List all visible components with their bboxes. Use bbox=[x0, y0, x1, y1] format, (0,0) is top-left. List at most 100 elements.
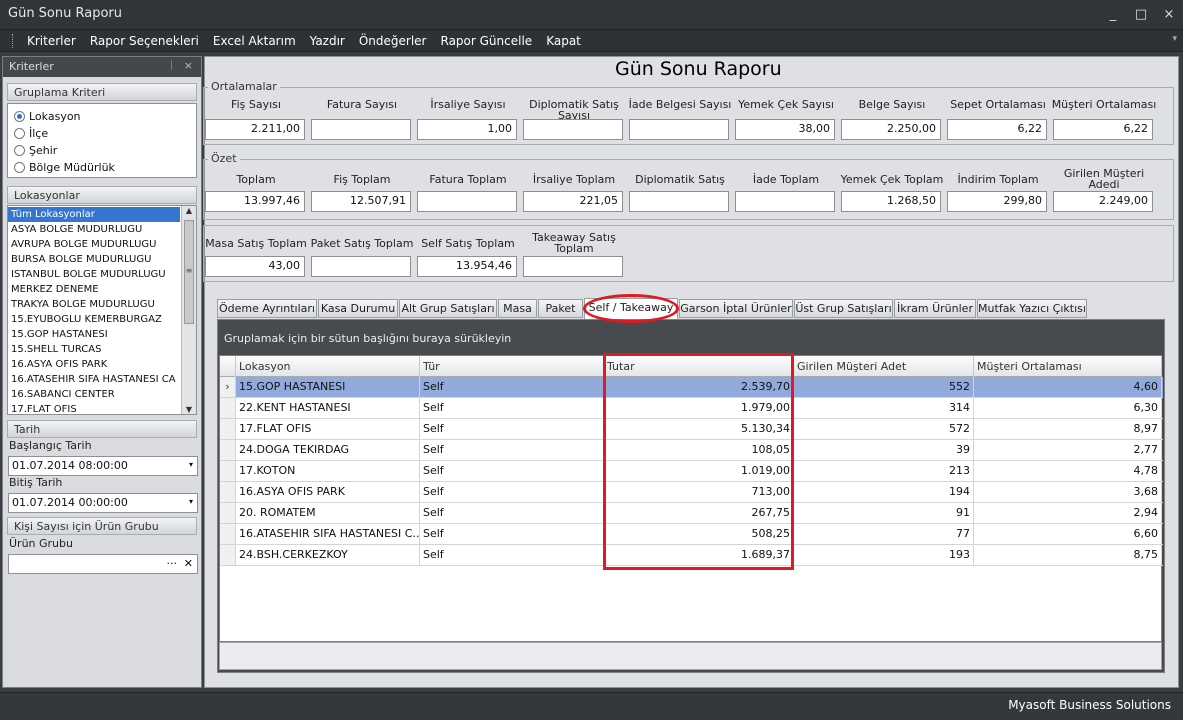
column-header-0[interactable]: Lokasyon bbox=[236, 356, 420, 377]
chevron-down-icon[interactable]: ▾ bbox=[189, 497, 193, 506]
cell-t-r[interactable]: Self bbox=[420, 482, 604, 502]
scroll-thumb[interactable]: ≡ bbox=[184, 220, 194, 324]
cell-t-r[interactable]: Self bbox=[420, 545, 604, 565]
radio-bolge-mudurluk[interactable]: Bölge Müdürlük bbox=[8, 159, 196, 176]
tab-3[interactable]: Masa bbox=[498, 299, 537, 318]
scroll-down-icon[interactable]: ▼ bbox=[182, 405, 196, 414]
tab-2[interactable]: Alt Grup Satışları bbox=[399, 299, 497, 318]
location-item[interactable]: 16.ASYA OFIS PARK bbox=[8, 357, 180, 372]
cell-m-teri-ortalamas-[interactable]: 4,60 bbox=[974, 377, 1162, 397]
cell-t-r[interactable]: Self bbox=[420, 503, 604, 523]
menu-excel-aktarim[interactable]: Excel Aktarım bbox=[206, 34, 303, 48]
menu-rapor-secenekleri[interactable]: Rapor Seçenekleri bbox=[83, 34, 206, 48]
cell-t-r[interactable]: Self bbox=[420, 461, 604, 481]
cell-m-teri-ortalamas-[interactable]: 8,75 bbox=[974, 545, 1162, 565]
location-item[interactable]: TRAKYA BOLGE MUDURLUGU bbox=[8, 297, 180, 312]
location-item[interactable]: MERKEZ DENEME bbox=[8, 282, 180, 297]
location-item[interactable]: 16.SABANCI CENTER bbox=[8, 387, 180, 402]
location-item[interactable]: ISTANBUL BOLGE MUDURLUGU bbox=[8, 267, 180, 282]
cell-girilen-m-teri-adet[interactable]: 91 bbox=[794, 503, 974, 523]
radio-ilce[interactable]: İlçe bbox=[8, 125, 196, 142]
cell-m-teri-ortalamas-[interactable]: 6,60 bbox=[974, 524, 1162, 544]
cell-t-r[interactable]: Self bbox=[420, 524, 604, 544]
cell-lokasyon[interactable]: 15.GOP HASTANESI bbox=[236, 377, 420, 397]
location-item[interactable]: 15.SHELL TURCAS bbox=[8, 342, 180, 357]
tab-1[interactable]: Kasa Durumu bbox=[318, 299, 398, 318]
tab-0[interactable]: Ödeme Ayrıntıları bbox=[217, 299, 317, 318]
menu-yazdir[interactable]: Yazdır bbox=[303, 34, 352, 48]
column-header-3[interactable]: Girilen Müşteri Adet bbox=[794, 356, 974, 377]
group-panel-hint[interactable]: Gruplamak için bir sütun başlığını buray… bbox=[218, 320, 1164, 357]
radio-lokasyon[interactable]: Lokasyon bbox=[8, 108, 196, 125]
cell-m-teri-ortalamas-[interactable]: 6,30 bbox=[974, 398, 1162, 418]
cell-lokasyon[interactable]: 24.DOGA TEKIRDAG bbox=[236, 440, 420, 460]
chevron-down-icon[interactable]: ▾ bbox=[189, 460, 193, 469]
minimize-button[interactable]: _ bbox=[1099, 0, 1127, 30]
location-item[interactable]: AVRUPA BOLGE MUDURLUGU bbox=[8, 237, 180, 252]
cell-m-teri-ortalamas-[interactable]: 8,97 bbox=[974, 419, 1162, 439]
scroll-up-icon[interactable]: ▲ bbox=[182, 206, 196, 215]
close-button[interactable]: × bbox=[1155, 0, 1183, 30]
cell-lokasyon[interactable]: 24.BSH.CERKEZKOY bbox=[236, 545, 420, 565]
tab-9[interactable]: Mutfak Yazıcı Çıktısı bbox=[977, 299, 1087, 318]
menu-rapor-guncelle[interactable]: Rapor Güncelle bbox=[434, 34, 540, 48]
menu-kriterler[interactable]: Kriterler bbox=[20, 34, 83, 48]
ellipsis-button[interactable]: ··· bbox=[167, 557, 178, 570]
location-item[interactable]: Tüm Lokasyonlar bbox=[8, 207, 180, 222]
cell-t-r[interactable]: Self bbox=[420, 398, 604, 418]
cell-girilen-m-teri-adet[interactable]: 194 bbox=[794, 482, 974, 502]
cell-girilen-m-teri-adet[interactable]: 572 bbox=[794, 419, 974, 439]
menu-ondegerler[interactable]: Öndeğerler bbox=[352, 34, 434, 48]
close-icon[interactable]: × bbox=[184, 59, 193, 72]
location-item[interactable]: BURSA BOLGE MUDURLUGU bbox=[8, 252, 180, 267]
tab-8[interactable]: İkram Ürünler bbox=[894, 299, 976, 318]
cell-girilen-m-teri-adet[interactable]: 77 bbox=[794, 524, 974, 544]
end-date-field[interactable]: 01.07.2014 00:00:00 ▾ bbox=[8, 493, 198, 513]
column-header-1[interactable]: Tür bbox=[420, 356, 604, 377]
cell-girilen-m-teri-adet[interactable]: 39 bbox=[794, 440, 974, 460]
cell-girilen-m-teri-adet[interactable]: 193 bbox=[794, 545, 974, 565]
cell-m-teri-ortalamas-[interactable]: 3,68 bbox=[974, 482, 1162, 502]
location-item[interactable]: 15.GOP HASTANESI bbox=[8, 327, 180, 342]
clear-icon[interactable]: ✕ bbox=[184, 557, 193, 570]
maximize-button[interactable]: □ bbox=[1127, 0, 1155, 30]
start-date-value: 01.07.2014 08:00:00 bbox=[12, 459, 128, 472]
cell-m-teri-ortalamas-[interactable]: 4,78 bbox=[974, 461, 1162, 481]
start-date-field[interactable]: 01.07.2014 08:00:00 ▾ bbox=[8, 456, 198, 476]
product-group-field[interactable]: ··· ✕ bbox=[8, 554, 198, 574]
locations-scrollbar[interactable]: ▲ ≡ ▼ bbox=[181, 206, 196, 414]
location-item[interactable]: 16.ATASEHIR SIFA HASTANESI CA bbox=[8, 372, 180, 387]
menu-kapat[interactable]: Kapat bbox=[539, 34, 588, 48]
cell-lokasyon[interactable]: 22.KENT HASTANESI bbox=[236, 398, 420, 418]
cell-m-teri-ortalamas-[interactable]: 2,94 bbox=[974, 503, 1162, 523]
cell-girilen-m-teri-adet[interactable]: 314 bbox=[794, 398, 974, 418]
sales-value bbox=[523, 256, 623, 277]
averages-value: 6,22 bbox=[1053, 119, 1153, 140]
tab-6[interactable]: Garson İptal Ürünler bbox=[679, 299, 793, 318]
tab-4[interactable]: Paket bbox=[538, 299, 583, 318]
cell-girilen-m-teri-adet[interactable]: 552 bbox=[794, 377, 974, 397]
cell-girilen-m-teri-adet[interactable]: 213 bbox=[794, 461, 974, 481]
averages-label: Müşteri Ortalaması bbox=[1051, 98, 1157, 111]
cell-lokasyon[interactable]: 20. ROMATEM bbox=[236, 503, 420, 523]
summary-label: İndirim Toplam bbox=[957, 172, 1039, 186]
cell-lokasyon[interactable]: 17.FLAT OFIS bbox=[236, 419, 420, 439]
cell-lokasyon[interactable]: 16.ATASEHIR SIFA HASTANESI C... bbox=[236, 524, 420, 544]
cell-m-teri-ortalamas-[interactable]: 2,77 bbox=[974, 440, 1162, 460]
cell-lokasyon[interactable]: 17.KOTON bbox=[236, 461, 420, 481]
location-item[interactable]: 15.EYUBOGLU KEMERBURGAZ bbox=[8, 312, 180, 327]
pin-icon[interactable]: ᛁ bbox=[168, 59, 175, 72]
sales-label: Masa Satış Toplam bbox=[205, 236, 307, 250]
cell-lokasyon[interactable]: 16.ASYA OFIS PARK bbox=[236, 482, 420, 502]
radio-sehir[interactable]: Şehir bbox=[8, 142, 196, 159]
locations-list[interactable]: Tüm Lokasyonlar ASYA BOLGE MUDURLUGU AVRUP… bbox=[7, 205, 197, 415]
column-header-4[interactable]: Müşteri Ortalaması bbox=[974, 356, 1162, 377]
menu-overflow-icon[interactable]: ▾ bbox=[1172, 34, 1177, 44]
tab-7[interactable]: Üst Grup Satışları bbox=[794, 299, 893, 318]
cell-t-r[interactable]: Self bbox=[420, 377, 604, 397]
cell-t-r[interactable]: Self bbox=[420, 440, 604, 460]
summary-value: 1.268,50 bbox=[841, 191, 941, 212]
location-item[interactable]: ASYA BOLGE MUDURLUGU bbox=[8, 222, 180, 237]
location-item[interactable]: 17.FLAT OFIS bbox=[8, 402, 180, 414]
cell-t-r[interactable]: Self bbox=[420, 419, 604, 439]
